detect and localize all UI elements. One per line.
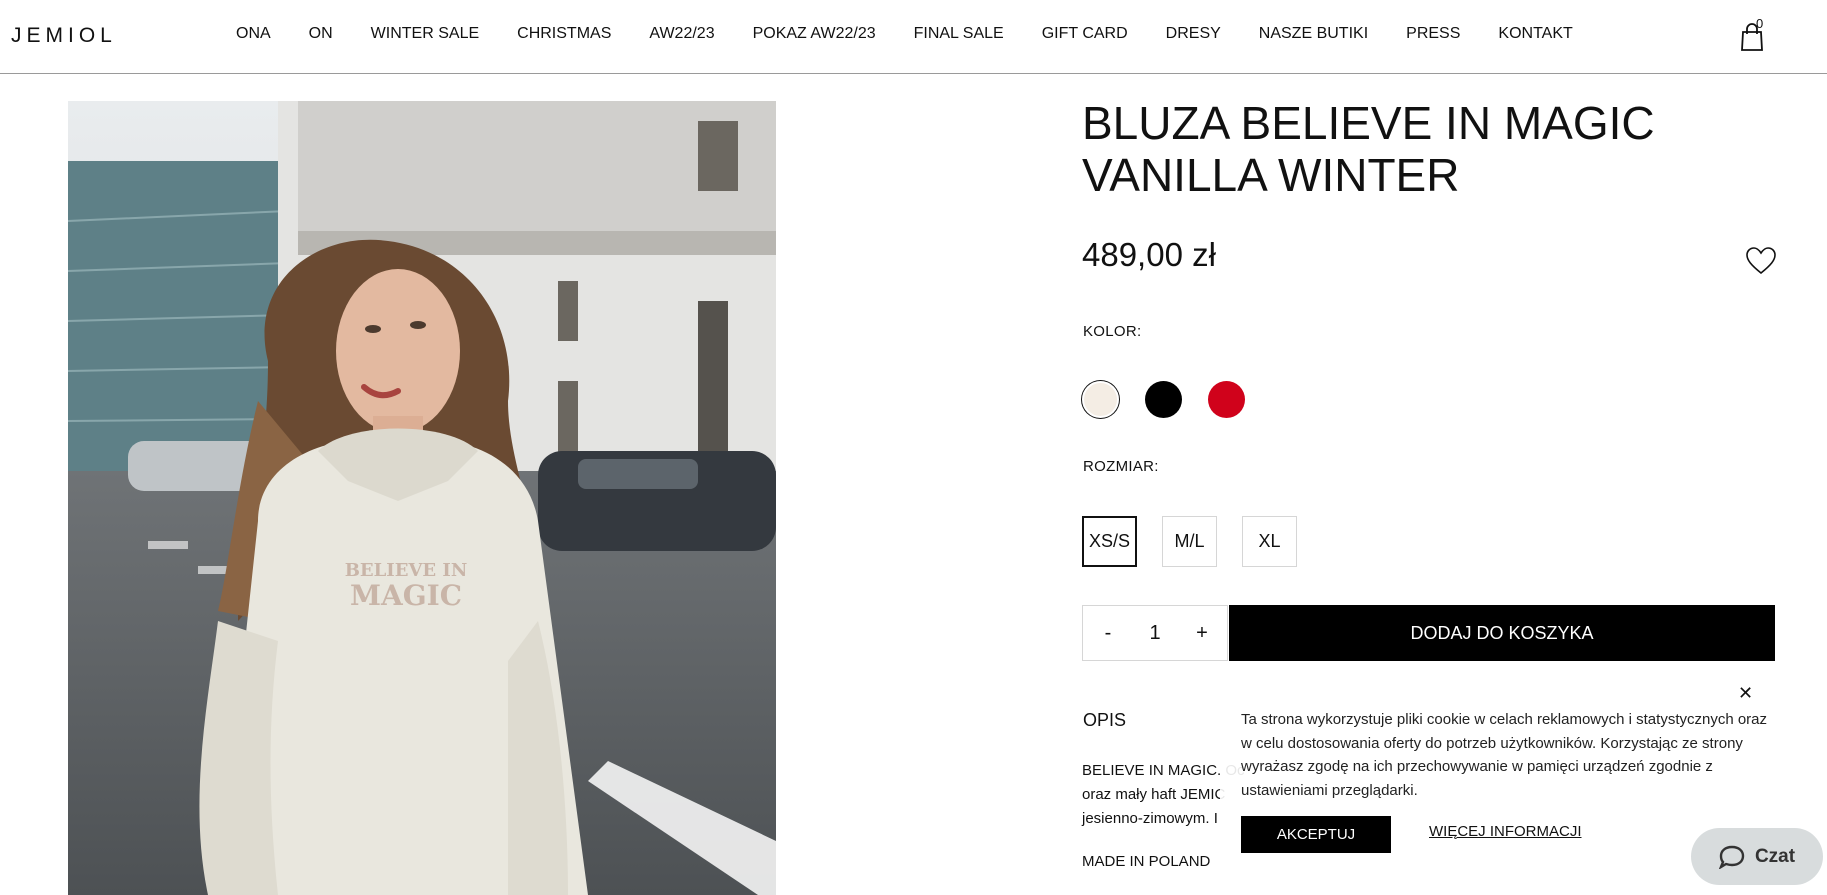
svg-text:MAGIC: MAGIC [350, 579, 462, 612]
nav-item-final-sale[interactable]: FINAL SALE [914, 25, 1004, 43]
nav-item-kontakt[interactable]: KONTAKT [1498, 25, 1572, 43]
nav-item-on[interactable]: ON [309, 25, 333, 43]
model-in-hoodie-photo: BELIEVE IN MAGIC [68, 101, 776, 895]
size-option-xs-s[interactable]: XS/S [1082, 516, 1137, 567]
size-option-xl[interactable]: XL [1242, 516, 1297, 567]
quantity-value[interactable]: 1 [1149, 622, 1160, 645]
chat-bubble-icon [1718, 845, 1745, 869]
nav-item-aw22-23[interactable]: AW22/23 [649, 25, 714, 43]
quantity-stepper: - 1 + [1082, 605, 1228, 661]
product-photo[interactable]: BELIEVE IN MAGIC [68, 101, 776, 895]
svg-text:BELIEVE IN: BELIEVE IN [345, 560, 468, 581]
size-option-m-l[interactable]: M/L [1162, 516, 1217, 567]
size-options: XS/S M/L XL [1082, 516, 1297, 567]
cart-count-badge: 0 [1756, 16, 1764, 31]
color-swatch-black[interactable] [1145, 381, 1182, 418]
nav-item-christmas[interactable]: CHRISTMAS [517, 25, 611, 43]
color-swatches [1082, 381, 1245, 418]
color-swatch-vanilla[interactable] [1082, 381, 1119, 418]
cookie-text: Ta strona wykorzystuje pliki cookie w ce… [1241, 711, 1768, 799]
nav-item-gift-card[interactable]: GIFT CARD [1042, 25, 1128, 43]
chat-label: Czat [1754, 845, 1796, 867]
quantity-increase-button[interactable]: + [1187, 622, 1217, 645]
made-in-label: MADE IN POLAND [1082, 853, 1211, 870]
chat-button[interactable]: Czat [1691, 828, 1823, 885]
site-logo[interactable]: JEMIOL [11, 24, 117, 48]
heart-icon[interactable] [1745, 246, 1777, 276]
nav-item-pokaz-aw22-23[interactable]: POKAZ AW22/23 [753, 25, 876, 43]
nav-item-nasze-butiki[interactable]: NASZE BUTIKI [1259, 25, 1368, 43]
nav-item-press[interactable]: PRESS [1406, 25, 1460, 43]
nav-item-ona[interactable]: ONA [236, 25, 271, 43]
description-title[interactable]: OPIS [1083, 710, 1126, 731]
product-title: BLUZA BELIEVE IN MAGIC VANILLA WINTER [1082, 97, 1655, 201]
cookie-accept-button[interactable]: AKCEPTUJ [1241, 816, 1391, 853]
cookie-more-info-link[interactable]: WIĘCEJ INFORMACJI [1429, 823, 1582, 840]
close-icon[interactable]: ✕ [1738, 683, 1753, 704]
add-to-cart-button[interactable]: DODAJ DO KOSZYKA [1229, 605, 1775, 661]
product-price: 489,00 zł [1082, 236, 1216, 273]
color-swatch-red[interactable] [1208, 381, 1245, 418]
size-label: ROZMIAR: [1083, 458, 1159, 475]
nav-item-dresy[interactable]: DRESY [1166, 25, 1221, 43]
nav-item-winter-sale[interactable]: WINTER SALE [371, 25, 479, 43]
color-label: KOLOR: [1083, 323, 1142, 340]
main-nav: ONA ON WINTER SALE CHRISTMAS AW22/23 POK… [236, 25, 1611, 43]
site-header: JEMIOL ONA ON WINTER SALE CHRISTMAS AW22… [0, 0, 1827, 74]
quantity-decrease-button[interactable]: - [1093, 622, 1123, 645]
